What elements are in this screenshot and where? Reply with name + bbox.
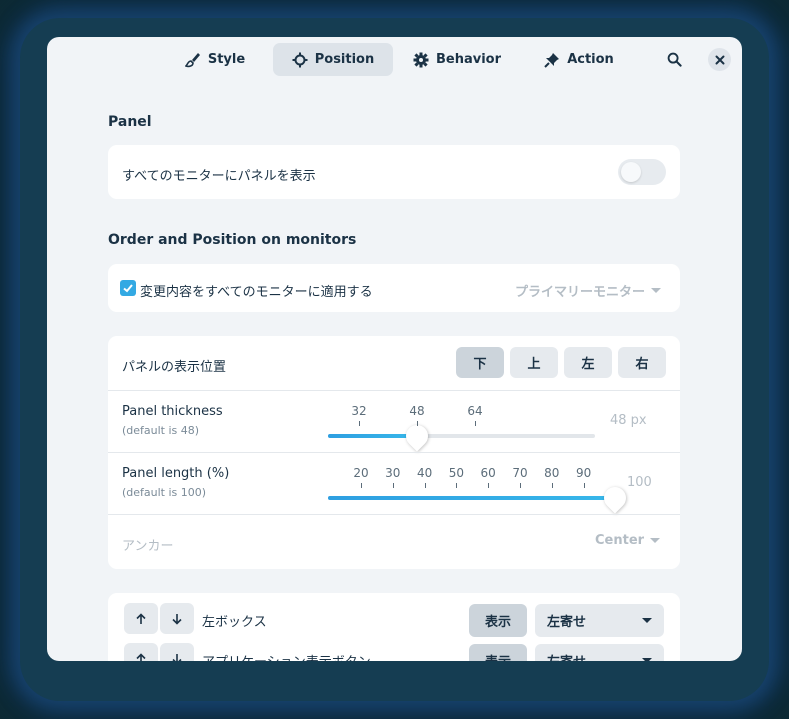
slider-tick-mark	[417, 421, 418, 426]
close-button[interactable]	[708, 48, 731, 71]
slider-tick-label: 48	[409, 404, 425, 418]
thickness-slider-fill	[328, 434, 417, 438]
thickness-default: (default is 48)	[122, 424, 200, 437]
tab-action-label: Action	[567, 52, 614, 67]
settings-window: Style Position Behavior Action Panel すべて…	[47, 37, 742, 661]
anchor-dropdown-value: Center	[595, 533, 645, 548]
chevron-down-icon	[642, 618, 652, 623]
slider-tick-label: 30	[385, 466, 401, 480]
position-left-button[interactable]: 左	[564, 347, 612, 378]
item-name: アプリケーション表示ボタン	[202, 651, 371, 661]
monitor-dropdown-value: プライマリーモニター	[515, 285, 646, 300]
tab-style-label: Style	[207, 52, 246, 67]
position-card: パネルの表示位置 下 上 左 右 Panel thickness (defaul…	[108, 336, 680, 569]
slider-tick-label: 50	[448, 466, 465, 480]
slider-tick-mark	[392, 483, 394, 488]
show-all-monitors-toggle[interactable]	[618, 159, 666, 185]
arrow-up-icon	[136, 612, 146, 624]
slider-tick-mark	[424, 483, 426, 488]
position-top-button[interactable]: 上	[510, 347, 558, 378]
item-show-button[interactable]: 表示	[469, 604, 527, 637]
arrow-up-icon	[136, 652, 146, 661]
gear-icon	[413, 52, 429, 67]
slider-tick-label: 20	[353, 466, 369, 480]
move-down-button[interactable]	[160, 643, 194, 661]
tab-position-label: Position	[314, 52, 375, 67]
apply-all-checkbox[interactable]	[120, 280, 136, 296]
move-up-button[interactable]	[124, 603, 158, 634]
position-bottom-button[interactable]: 下	[456, 347, 504, 378]
divider	[108, 390, 680, 391]
slider-tick-label: 90	[575, 466, 592, 480]
slider-tick-mark	[488, 483, 490, 488]
slider-tick-label: 70	[512, 466, 528, 480]
panel-card: すべてのモニターにパネルを表示	[108, 145, 680, 199]
item-align-dropdown[interactable]: 左寄せ	[535, 604, 664, 637]
length-slider[interactable]	[328, 496, 616, 500]
slider-tick-mark	[583, 483, 585, 488]
tab-action[interactable]: Action	[529, 43, 629, 76]
item-align-dropdown[interactable]: 左寄せ	[535, 644, 664, 661]
divider	[108, 452, 680, 453]
pin-icon	[544, 52, 560, 68]
search-button[interactable]	[663, 48, 685, 70]
tab-behavior-label: Behavior	[435, 52, 502, 67]
item-align-value: 左寄せ	[547, 615, 587, 630]
anchor-dropdown[interactable]: Center	[595, 533, 661, 548]
monitor-dropdown[interactable]: プライマリーモニター	[515, 281, 662, 300]
position-right-button[interactable]: 右	[618, 347, 666, 378]
length-default: (default is 100)	[122, 486, 207, 499]
thickness-value: 48 px	[610, 413, 647, 428]
search-icon	[667, 52, 682, 67]
item-show-button[interactable]: 表示	[469, 644, 527, 661]
apply-all-label: 変更内容をすべてのモニターに適用する	[140, 285, 373, 300]
show-all-monitors-label: すべてのモニターにパネルを表示	[122, 169, 316, 184]
slider-tick-mark	[359, 421, 360, 426]
divider	[108, 514, 680, 515]
position-label: パネルの表示位置	[122, 360, 227, 375]
chevron-down-icon	[650, 538, 661, 543]
chevron-down-icon	[642, 658, 652, 661]
items-card: 左ボックス 表示 左寄せ アプリケーション表示ボタン 表示 左寄せ	[108, 593, 680, 661]
slider-tick-mark	[475, 421, 476, 426]
arrow-down-icon	[172, 613, 182, 625]
item-align-value: 左寄せ	[547, 651, 586, 661]
thickness-slider[interactable]	[328, 434, 595, 438]
toggle-knob	[621, 162, 641, 182]
apply-all-card: 変更内容をすべてのモニターに適用する プライマリーモニター	[108, 264, 680, 312]
tab-behavior[interactable]: Behavior	[405, 43, 509, 76]
length-slider-fill	[328, 496, 616, 500]
slider-tick-mark	[456, 483, 458, 488]
slider-tick-label: 60	[480, 466, 496, 480]
slider-tick-mark	[551, 483, 553, 488]
slider-tick-label: 40	[416, 466, 433, 480]
check-icon	[123, 284, 133, 293]
length-label: Panel length (%)	[122, 466, 230, 481]
move-up-button[interactable]	[124, 643, 158, 661]
chevron-down-icon	[651, 288, 662, 293]
slider-tick-mark	[520, 483, 521, 488]
close-icon	[715, 55, 724, 64]
slider-tick-label: 32	[351, 404, 367, 418]
brush-icon	[184, 52, 200, 67]
tab-position[interactable]: Position	[273, 43, 393, 76]
move-down-button[interactable]	[160, 603, 194, 634]
item-name: 左ボックス	[202, 615, 267, 630]
anchor-label: アンカー	[122, 539, 174, 554]
header-bar: Style Position Behavior Action	[47, 37, 742, 83]
order-section-title: Order and Position on monitors	[108, 232, 357, 248]
thickness-label: Panel thickness	[122, 404, 223, 419]
tab-style[interactable]: Style	[169, 43, 261, 76]
crosshair-icon	[292, 52, 308, 67]
slider-tick-label: 64	[467, 404, 483, 418]
length-value: 100	[627, 475, 652, 490]
arrow-down-icon	[172, 653, 182, 661]
slider-tick-mark	[361, 483, 362, 488]
panel-section-title: Panel	[108, 114, 152, 130]
slider-tick-label: 80	[544, 466, 560, 480]
